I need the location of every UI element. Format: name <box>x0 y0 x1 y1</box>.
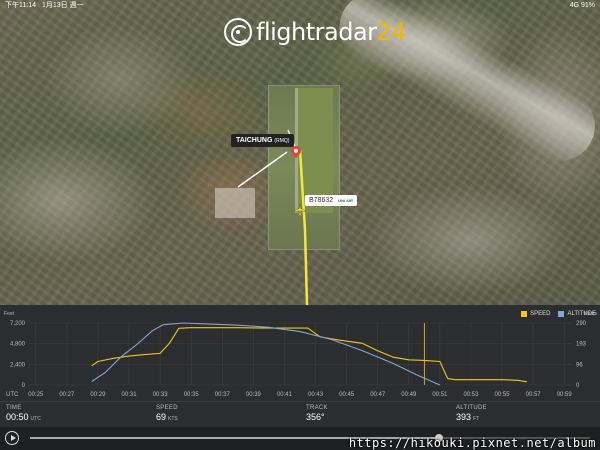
stat-unit: KTS <box>168 416 178 422</box>
x-tick-label: 00:51 <box>432 392 448 398</box>
stat-value: 00:50 <box>6 412 29 422</box>
x-tick-label: 00:35 <box>184 392 200 398</box>
stat-label: TRACK <box>306 405 328 411</box>
right-tick-label: 0 <box>576 383 580 389</box>
flight-stats: TIME 00:50 UTC SPEED 69 KTS TRACK 356° ALT… <box>0 401 600 427</box>
status-battery: 91% <box>580 2 595 9</box>
chart-legend: SPEED ALTITUDE <box>521 311 596 317</box>
x-tick-label: 00:29 <box>90 392 106 398</box>
x-tick-label: 00:33 <box>153 392 169 398</box>
stat-unit: FT <box>473 416 480 422</box>
x-axis-utc-label: UTC <box>6 392 19 398</box>
left-tick-label: 0 <box>22 383 26 389</box>
left-tick-label: 2,400 <box>10 362 26 368</box>
airport-label[interactable]: TAICHUNG (RMQ) <box>231 134 295 147</box>
playback-bar: https://hikouki.pixnet.net/album <box>0 427 600 450</box>
x-tick-label: 00:55 <box>495 392 511 398</box>
stat-time: TIME 00:50 UTC <box>0 402 150 427</box>
status-time: 下午11:14 <box>5 2 36 9</box>
right-tick-label: 193 <box>576 342 587 348</box>
status-bar: 下午11:14 1月13日 週一 4G 91% <box>0 0 600 12</box>
flight-profile-panel: Feet Knots 7,200 290 4,800 193 2,400 96 0 0 UTC 00:… <box>0 305 600 450</box>
legend-speed-label: SPEED <box>530 311 551 317</box>
aircraft-icon[interactable] <box>293 203 307 217</box>
x-tick-label: 00:57 <box>526 392 542 398</box>
x-tick-label: 00:37 <box>215 392 231 398</box>
logo-text: flightradar24 <box>256 18 407 46</box>
stat-value: 356° <box>306 412 325 422</box>
airport-name: TAICHUNG <box>236 137 273 144</box>
status-signal: 4G <box>569 2 580 9</box>
stat-unit: UTC <box>30 416 41 422</box>
speed-series-line <box>91 327 527 383</box>
legend-altitude-swatch <box>558 311 565 317</box>
x-tick-label: 00:53 <box>463 392 479 398</box>
x-tick-label: 00:49 <box>401 392 417 398</box>
x-tick-label: 00:43 <box>308 392 324 398</box>
x-tick-label: 00:39 <box>246 392 262 398</box>
airport-code: (RMQ) <box>274 138 290 144</box>
stat-value: 393 <box>456 412 472 422</box>
stat-label: SPEED <box>156 405 178 411</box>
stat-altitude: ALTITUDE 393 FT <box>450 402 600 427</box>
right-tick-label: 290 <box>576 321 587 327</box>
x-tick-label: 00:31 <box>122 392 138 398</box>
x-tick-label: 00:59 <box>557 392 573 398</box>
left-tick-label: 7,200 <box>10 321 26 327</box>
legend-speed[interactable]: SPEED <box>521 311 550 317</box>
aircraft-label[interactable]: B78632 UNI AIR <box>305 195 357 206</box>
x-tick-label: 00:45 <box>339 392 355 398</box>
x-tick-label: 00:41 <box>277 392 293 398</box>
legend-altitude-label: ALTITUDE <box>567 311 596 317</box>
legend-altitude[interactable]: ALTITUDE <box>558 311 596 317</box>
status-date: 1月13日 週一 <box>41 2 84 9</box>
legend-speed-swatch <box>521 311 528 317</box>
flightradar-logo: flightradar24 <box>224 16 407 48</box>
radar-logo-icon <box>224 18 252 46</box>
play-button[interactable] <box>5 431 19 445</box>
left-axis-label: Feet <box>4 311 15 317</box>
left-tick-label: 4,800 <box>10 342 26 348</box>
stat-label: TIME <box>6 405 22 411</box>
stat-value: 69 <box>156 412 167 422</box>
aircraft-registration: B78632 <box>309 197 334 204</box>
stat-label: ALTITUDE <box>456 405 487 411</box>
speed-altitude-chart: Feet Knots7,200 2904,800 1932,400 960 0UTC 00:… <box>4 311 597 398</box>
stat-track: TRACK 356° <box>300 402 450 427</box>
stat-speed: SPEED 69 KTS <box>150 402 300 427</box>
x-tick-label: 00:47 <box>370 392 386 398</box>
airline-logo: UNI AIR <box>338 198 353 203</box>
altitude-series-line <box>91 322 441 386</box>
x-tick-label: 00:27 <box>59 392 75 398</box>
x-tick-label: 00:25 <box>28 392 44 398</box>
watermark-url: https://hikouki.pixnet.net/album <box>348 436 596 450</box>
right-tick-label: 96 <box>576 362 583 368</box>
airport-pin-icon[interactable] <box>291 146 301 158</box>
flight-map[interactable]: 下午11:14 1月13日 週一 4G 91% flightradar24 TA… <box>0 0 600 305</box>
